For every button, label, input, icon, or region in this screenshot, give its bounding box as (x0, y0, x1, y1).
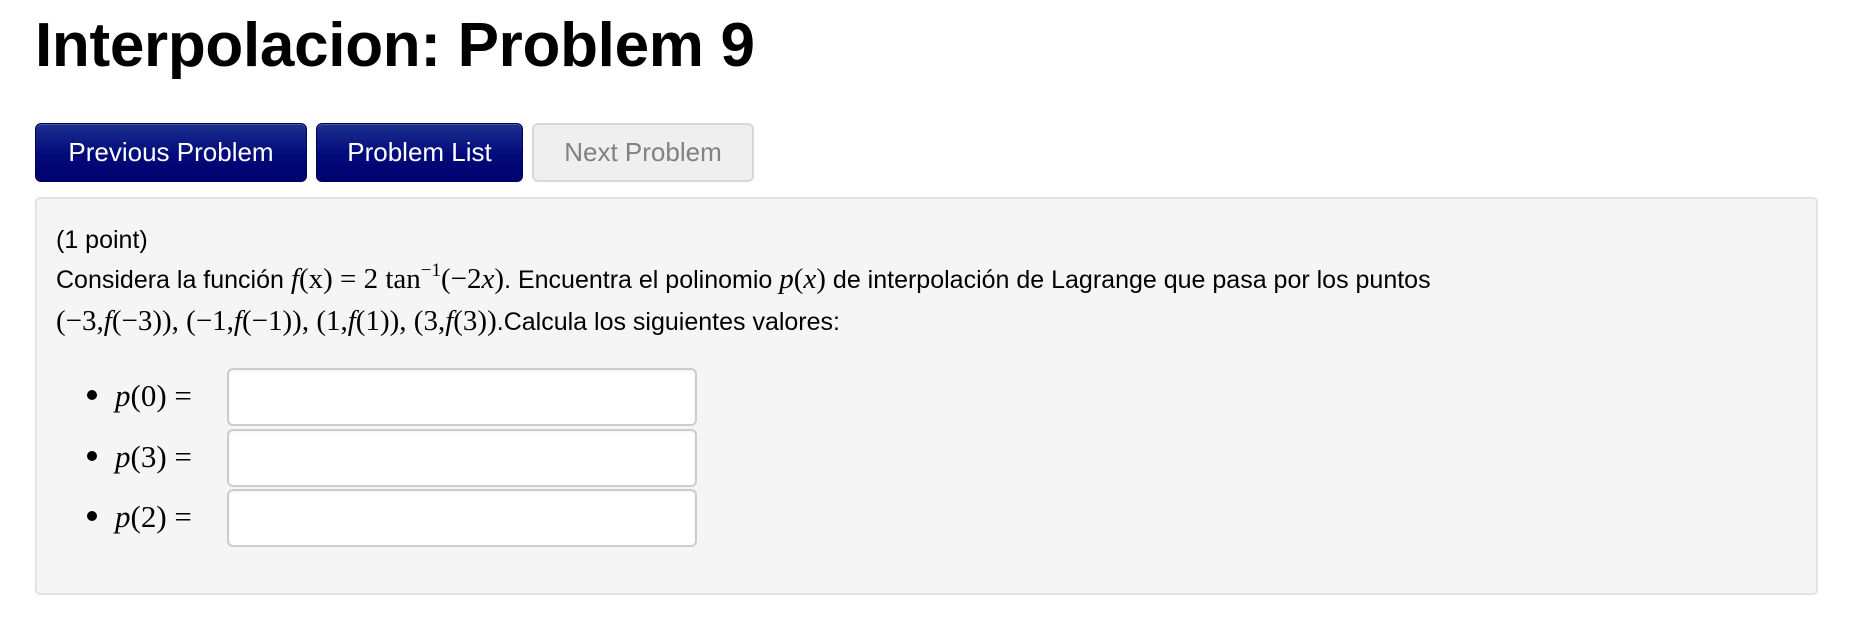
answer-label: p(2) = (115, 495, 192, 539)
problem-statement: (1 point) Considera la función f(x) = 2 … (56, 221, 1776, 342)
bullet-icon (87, 451, 97, 461)
bullet-icon (87, 390, 97, 400)
math-close: ) (494, 263, 505, 295)
interpolation-point: (1,f(1)) (316, 305, 400, 337)
math-open: ( (793, 263, 804, 295)
interpolation-point: (−3,f(−3)) (56, 305, 172, 337)
problem-text-after-function: . Encuentra el polinomio (504, 266, 780, 294)
page-title: Interpolacion: Problem 9 (35, 11, 755, 80)
problem-list-button[interactable]: Problem List (316, 123, 523, 182)
math-f-arg: (x) = 2 tan (298, 263, 421, 295)
answer-row: p(0) = (37, 368, 737, 426)
bullet-icon (87, 511, 97, 521)
next-problem-button: Next Problem (532, 123, 754, 182)
answer-arg: (0) = (130, 378, 192, 413)
function-definition: f(x) = 2 tan−1(−2x) (290, 260, 505, 295)
interpolation-points: (−3,f(−3)), (−1,f(−1)), (1,f(1)), (3,f(3… (56, 305, 497, 337)
math-pclose: ) (816, 263, 826, 295)
previous-problem-button[interactable]: Previous Problem (35, 123, 307, 182)
answer-fn: p (115, 439, 131, 474)
math-superscript: −1 (420, 260, 442, 281)
answer-fn: p (115, 499, 131, 534)
answer-row: p(3) = (37, 429, 737, 487)
answer-arg: (2) = (130, 499, 192, 534)
answer-row: p(2) = (37, 489, 737, 547)
math-px: x (803, 263, 817, 295)
answer-arg: (3) = (130, 439, 192, 474)
answer-label: p(0) = (115, 374, 192, 418)
answer-input-p2[interactable] (227, 489, 697, 547)
math-p: p (779, 263, 794, 295)
answer-input-p0[interactable] (227, 368, 697, 426)
problem-panel: (1 point) Considera la función f(x) = 2 … (35, 197, 1818, 595)
problem-points: (1 point) (56, 226, 148, 254)
math-f: f (290, 263, 299, 295)
answer-label: p(3) = (115, 435, 192, 479)
math-x: x (481, 263, 495, 295)
answer-fn: p (115, 378, 131, 413)
problem-text-after-polynomial: de interpolación de Lagrange que pasa po… (825, 266, 1431, 294)
interpolation-point: (3,f(3)) (413, 305, 497, 337)
problem-instruction: .Calcula los siguientes valores: (496, 308, 840, 336)
polynomial-symbol: p(x) (779, 263, 826, 295)
interpolation-point: (−1,f(−1)) (186, 305, 302, 337)
problem-intro: Considera la función (56, 266, 291, 294)
problem-body: Considera la función f(x) = 2 tan−1(−2x)… (56, 260, 1776, 342)
answer-input-p3[interactable] (227, 429, 697, 487)
math-arg: (−2 (441, 263, 482, 295)
